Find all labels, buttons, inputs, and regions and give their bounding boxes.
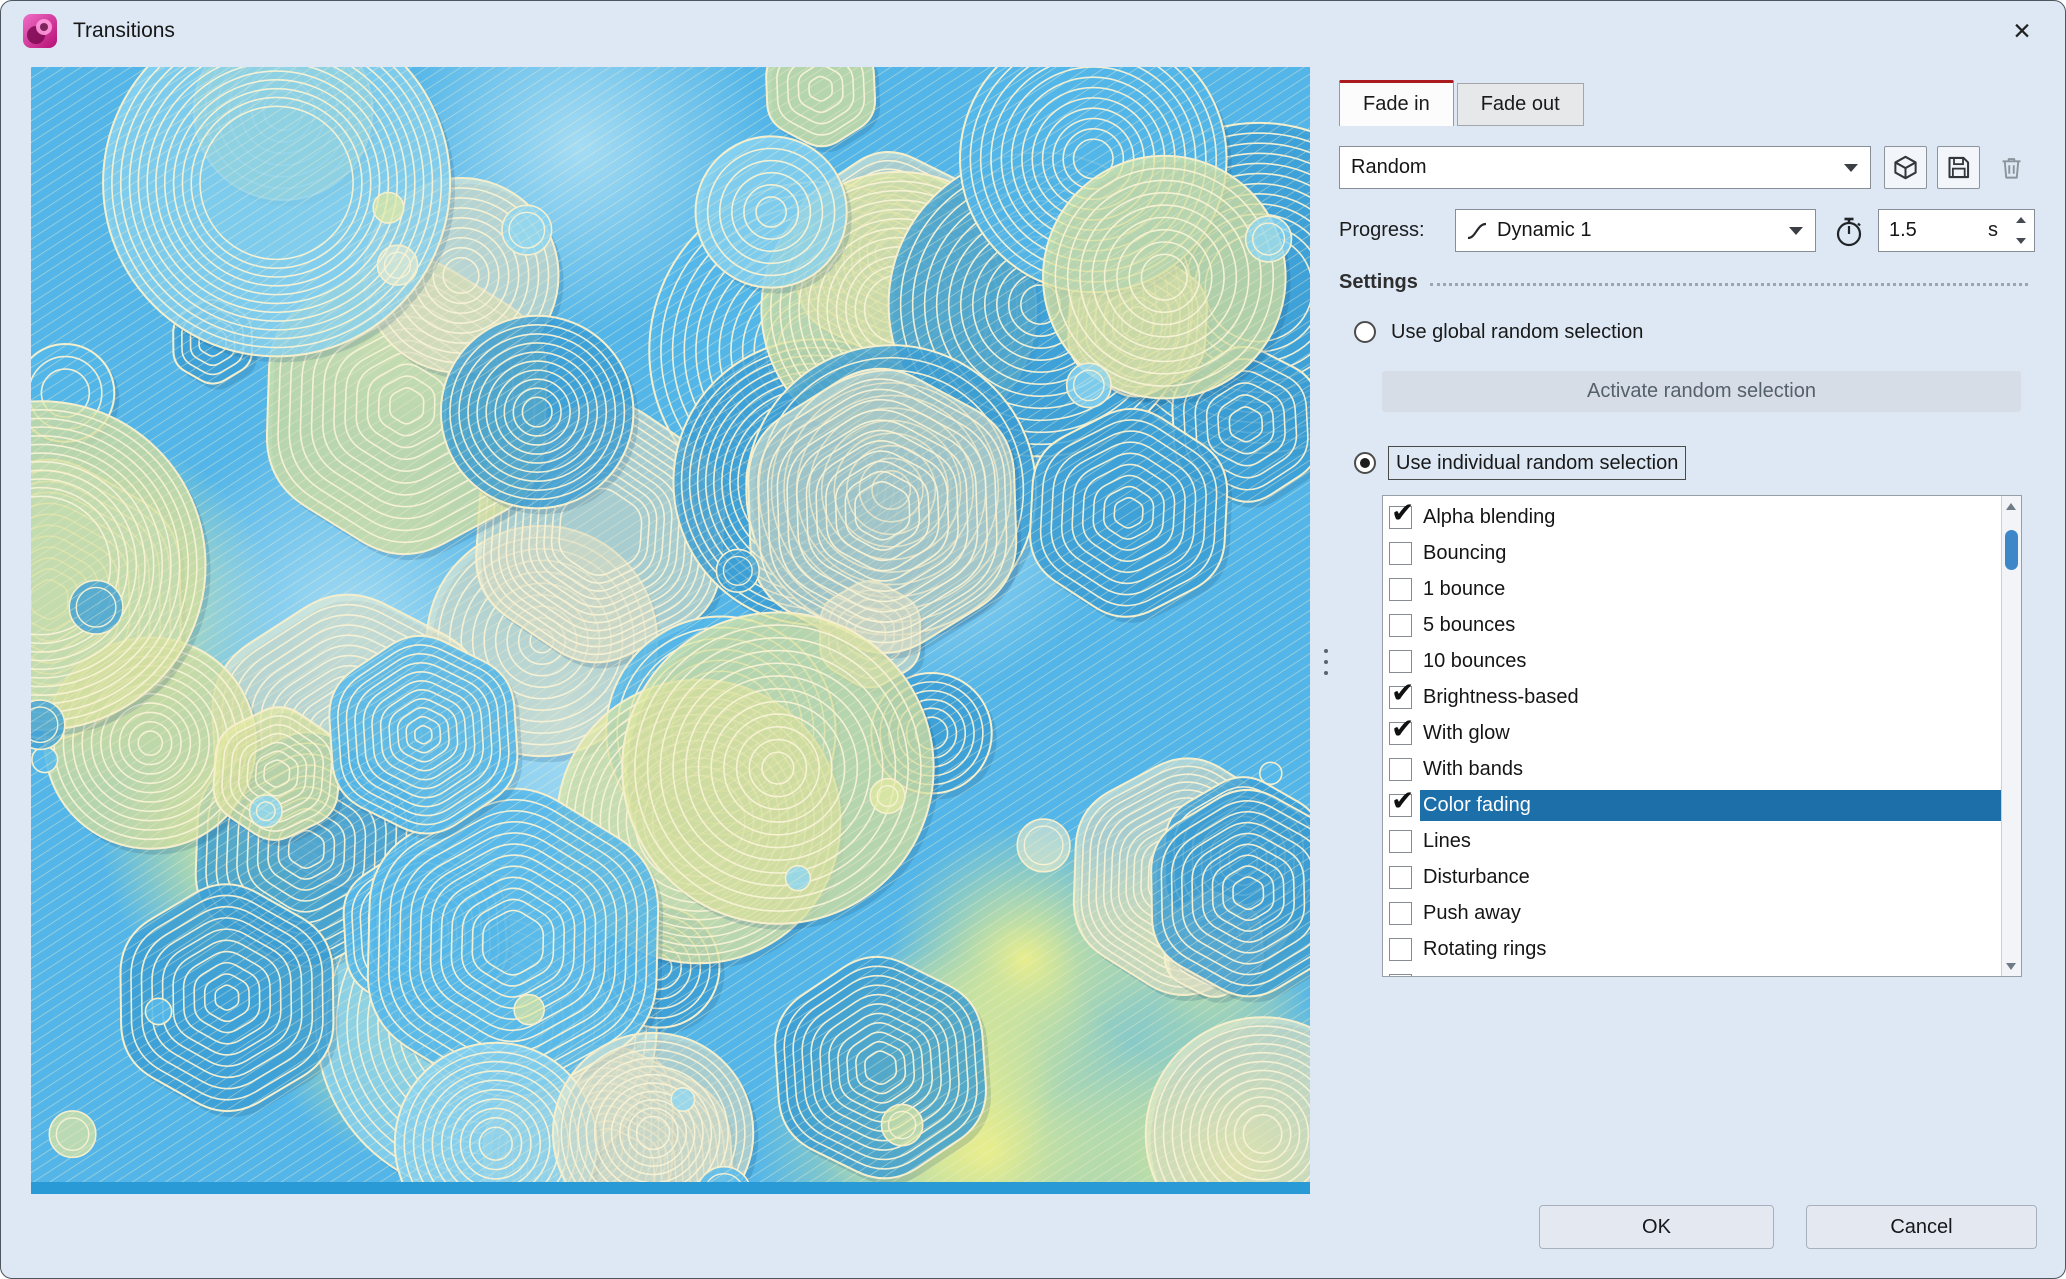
option-label: Brightness-based (1420, 682, 2001, 713)
option-label: 10 bounces (1420, 646, 2001, 677)
checkmark-icon: ✔ (1391, 787, 1414, 815)
option-label: 5 bounces (1420, 610, 2001, 641)
cube-icon (1892, 154, 1919, 181)
transition-option-row[interactable]: ✔ With bands (1383, 751, 2001, 787)
floppy-icon (1945, 154, 1972, 181)
transition-option-row[interactable]: ✔ (1383, 967, 2001, 977)
scroll-down-button[interactable] (2002, 958, 2021, 974)
option-label (1420, 970, 2001, 978)
scroll-up-button[interactable] (2002, 498, 2021, 514)
settings-section-header: Settings (1339, 268, 2028, 296)
option-checkbox[interactable]: ✔ (1389, 722, 1412, 745)
option-checkbox[interactable]: ✔ (1389, 866, 1412, 889)
scroll-thumb[interactable] (2005, 530, 2018, 570)
transition-option-row[interactable]: ✔ Disturbance (1383, 859, 2001, 895)
duration-increment-button[interactable] (2012, 213, 2030, 227)
ok-button[interactable]: OK (1539, 1205, 1774, 1249)
settings-title: Settings (1339, 271, 1418, 294)
option-checkbox[interactable]: ✔ (1389, 758, 1412, 781)
window-title: Transitions (73, 1, 175, 61)
progress-curve-value: Dynamic 1 (1489, 219, 1789, 242)
delete-button[interactable] (1990, 146, 2033, 189)
option-label: Color fading (1420, 790, 2001, 821)
trash-icon (1998, 154, 2025, 181)
transition-list: ✔ Alpha blending ✔ Bouncing ✔ 1 bounce ✔… (1382, 495, 2022, 977)
curve-icon (1465, 219, 1489, 243)
transition-option-row[interactable]: ✔ Push away (1383, 895, 2001, 931)
duration-decrement-button[interactable] (2012, 234, 2030, 248)
progress-curve-dropdown[interactable]: Dynamic 1 (1455, 209, 1816, 252)
preset-value: Random (1340, 156, 1844, 179)
transition-option-row[interactable]: ✔ Alpha blending (1383, 499, 2001, 535)
chevron-down-icon (1789, 227, 1803, 235)
option-label: Push away (1420, 898, 2001, 929)
option-checkbox[interactable]: ✔ (1389, 650, 1412, 673)
option-checkbox[interactable]: ✔ (1389, 506, 1412, 529)
individual-random-radio[interactable] (1354, 452, 1376, 474)
tab-fade-in[interactable]: Fade in (1339, 80, 1454, 126)
tab-bar: Fade in Fade out (1339, 80, 1584, 126)
preview-art (31, 67, 1310, 1194)
duration-spinner (2011, 213, 2031, 248)
dotted-divider (1430, 283, 2028, 286)
stopwatch-icon (1833, 214, 1865, 248)
transition-option-row[interactable]: ✔ Lines (1383, 823, 2001, 859)
option-label: With glow (1420, 718, 2001, 749)
transition-option-row[interactable]: ✔ With glow (1383, 715, 2001, 751)
option-label: Bouncing (1420, 538, 2001, 569)
transition-option-row[interactable]: ✔ Bouncing (1383, 535, 2001, 571)
option-label: With bands (1420, 754, 2001, 785)
option-label: Rotating rings (1420, 934, 2001, 965)
transition-preview (31, 67, 1310, 1194)
checkmark-icon: ✔ (1391, 499, 1414, 527)
checkmark-icon: ✔ (1391, 715, 1414, 743)
option-checkbox[interactable]: ✔ (1389, 794, 1412, 817)
option-label: 1 bounce (1420, 574, 2001, 605)
duration-unit: s (1988, 210, 1998, 251)
activate-random-selection-button[interactable]: Activate random selection (1382, 371, 2021, 412)
transition-option-row[interactable]: ✔ 10 bounces (1383, 643, 2001, 679)
option-checkbox[interactable]: ✔ (1389, 686, 1412, 709)
option-checkbox[interactable]: ✔ (1389, 542, 1412, 565)
app-icon (23, 14, 57, 48)
random-transition-button[interactable] (1884, 146, 1927, 189)
transition-option-row[interactable]: ✔ 1 bounce (1383, 571, 2001, 607)
global-random-radio[interactable] (1354, 321, 1376, 343)
option-checkbox[interactable]: ✔ (1389, 974, 1412, 978)
cancel-button[interactable]: Cancel (1806, 1205, 2037, 1249)
global-random-label: Use global random selection (1391, 317, 1643, 347)
option-label: Disturbance (1420, 862, 2001, 893)
transitions-dialog: Transitions ✕ Fade in (0, 0, 2066, 1279)
transition-list-rows: ✔ Alpha blending ✔ Bouncing ✔ 1 bounce ✔… (1383, 499, 2001, 977)
transition-option-row[interactable]: ✔ 5 bounces (1383, 607, 2001, 643)
progress-label: Progress: (1339, 209, 1425, 252)
option-checkbox[interactable]: ✔ (1389, 614, 1412, 637)
preset-dropdown[interactable]: Random (1339, 146, 1871, 189)
tab-fade-out[interactable]: Fade out (1457, 83, 1584, 126)
settings-panel: Fade in Fade out Random Progress: (1339, 1, 2037, 1279)
save-button[interactable] (1937, 146, 1980, 189)
individual-random-label: Use individual random selection (1388, 446, 1686, 480)
transition-option-row[interactable]: ✔ Brightness-based (1383, 679, 2001, 715)
checkmark-icon: ✔ (1391, 679, 1414, 707)
option-checkbox[interactable]: ✔ (1389, 902, 1412, 925)
option-checkbox[interactable]: ✔ (1389, 938, 1412, 961)
splitter-handle[interactable] (1321, 649, 1331, 675)
option-label: Alpha blending (1420, 502, 2001, 533)
transition-option-row[interactable]: ✔ Color fading (1383, 787, 2001, 823)
option-label: Lines (1420, 826, 2001, 857)
duration-value: 1.5 (1889, 210, 1917, 251)
option-checkbox[interactable]: ✔ (1389, 578, 1412, 601)
chevron-down-icon (1844, 164, 1858, 172)
duration-input[interactable]: 1.5 s (1878, 209, 2035, 252)
transition-option-row[interactable]: ✔ Rotating rings (1383, 931, 2001, 967)
option-checkbox[interactable]: ✔ (1389, 830, 1412, 853)
list-scrollbar[interactable] (2001, 496, 2021, 976)
